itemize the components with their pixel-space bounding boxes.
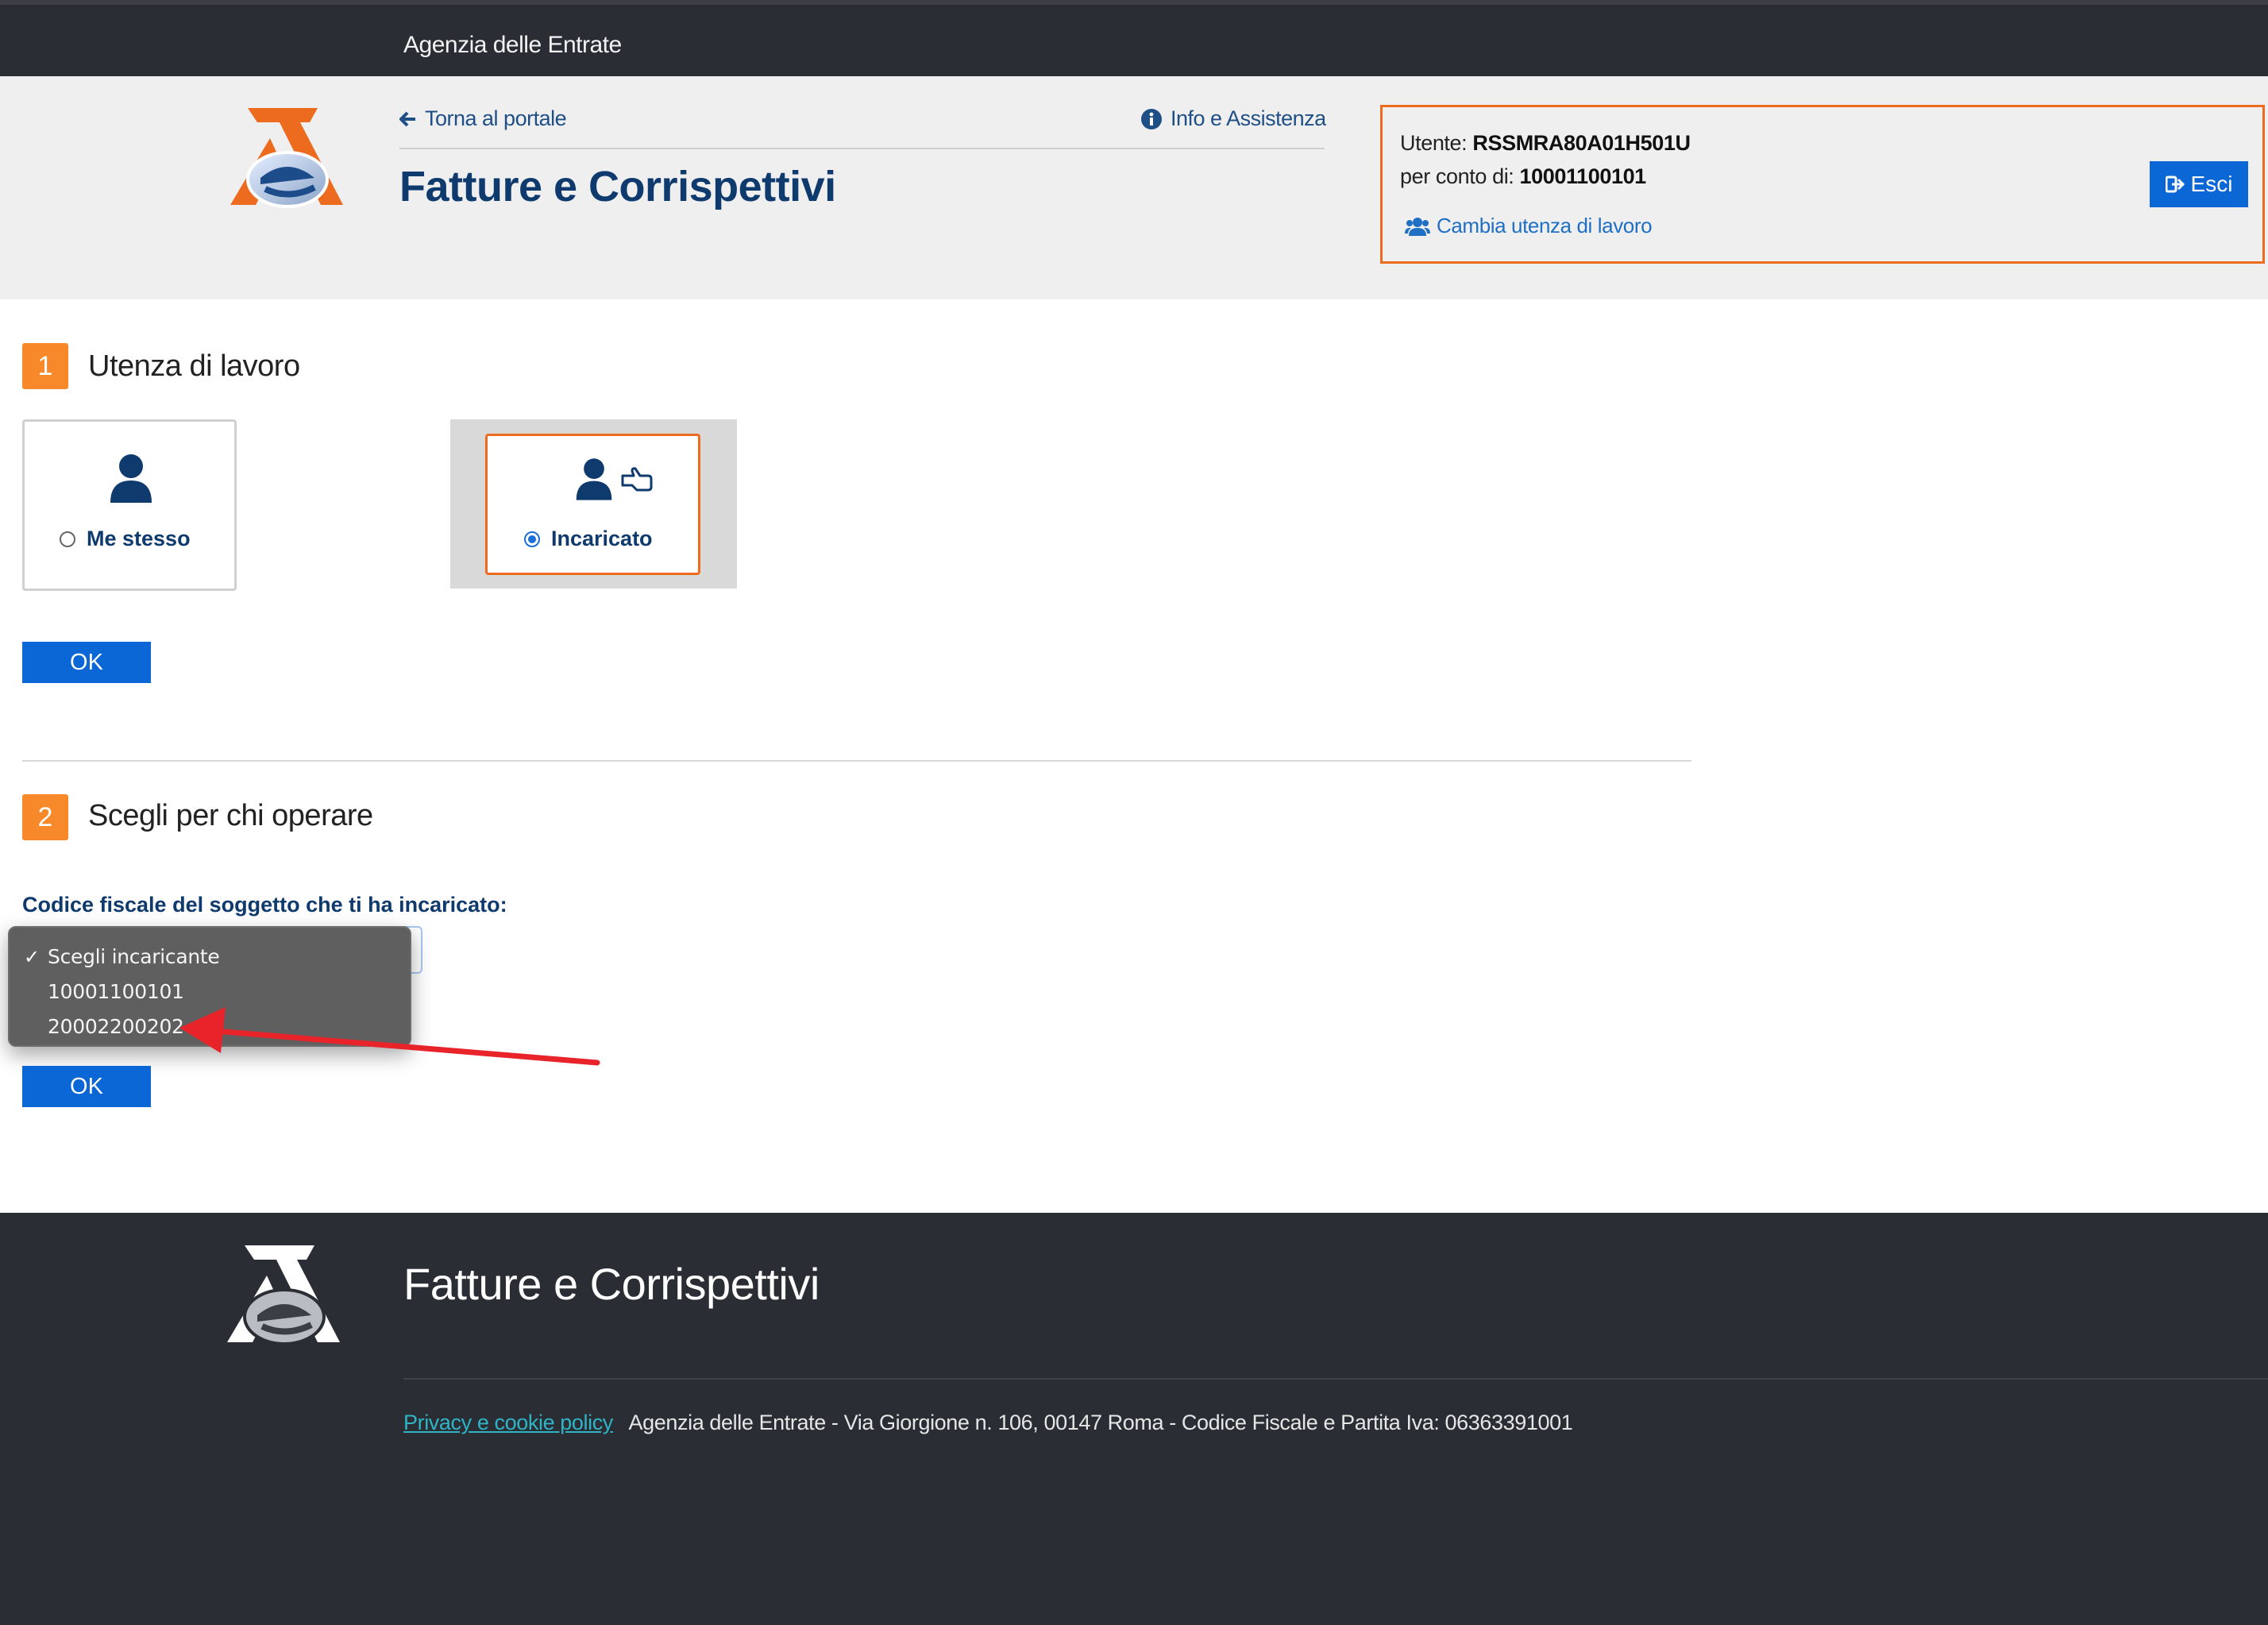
user-icon <box>110 454 152 503</box>
info-assistance-link[interactable]: Info e Assistenza <box>1140 106 1326 131</box>
agency-logo-icon[interactable] <box>224 102 348 213</box>
logout-label: Esci <box>2190 172 2233 196</box>
step-2-badge: 2 <box>22 794 68 840</box>
users-icon <box>1405 217 1430 236</box>
on-behalf-code: 10001100101 <box>1519 164 1647 188</box>
header-divider <box>399 148 1325 149</box>
user-info-box: Utente: RSSMRA80A01H501U per conto di: 1… <box>1380 105 2265 264</box>
page-title: Fatture e Corrispettivi <box>399 163 836 210</box>
back-link-label: Torna al portale <box>425 106 567 130</box>
step-1-ok-button[interactable]: OK <box>22 642 151 683</box>
change-work-user-link[interactable]: Cambia utenza di lavoro <box>1405 214 1653 238</box>
radio-incaricato[interactable] <box>524 531 540 547</box>
info-link-label: Info e Assistenza <box>1171 106 1326 130</box>
dropdown-option-label: 20002200202 <box>48 1014 184 1038</box>
dropdown-option-10001100101[interactable]: 10001100101 <box>10 974 410 1009</box>
top-bar: Agenzia delle Entrate <box>0 0 2268 76</box>
arrow-left-icon <box>399 111 415 126</box>
dropdown-option-20002200202[interactable]: 20002200202 <box>10 1009 410 1044</box>
option-me-stesso-label: Me stesso <box>87 527 191 550</box>
agency-logo-icon[interactable] <box>221 1239 345 1350</box>
on-behalf-label: per conto di: <box>1400 164 1514 188</box>
sign-out-icon <box>2165 176 2185 193</box>
dropdown-option-scegli-incaricante[interactable]: ✓ Scegli incaricante <box>10 939 410 974</box>
option-card-me-stesso[interactable]: Me stesso <box>22 419 237 591</box>
option-incaricato[interactable]: Incaricato <box>524 527 653 551</box>
radio-me-stesso[interactable] <box>60 531 75 547</box>
delegator-dropdown-menu: ✓ Scegli incaricante 10001100101 2000220… <box>8 926 411 1047</box>
delegator-fiscal-code-label: Codice fiscale del soggetto che ti ha in… <box>22 893 507 917</box>
step-1-title: Utenza di lavoro <box>88 349 300 383</box>
step-2-ok-button[interactable]: OK <box>22 1066 151 1107</box>
step-1-badge: 1 <box>22 343 68 389</box>
section-divider <box>22 760 1691 762</box>
on-behalf-line: per conto di: 10001100101 <box>1400 164 1646 189</box>
hand-pointer-icon <box>621 467 653 492</box>
footer-legal: Privacy e cookie policy Agenzia delle En… <box>403 1411 1573 1435</box>
back-to-portal-link[interactable]: Torna al portale <box>399 106 567 131</box>
user-label: Utente: <box>1400 131 1468 155</box>
user-fiscal-code: RSSMRA80A01H501U <box>1472 131 1691 155</box>
footer-divider <box>403 1378 2268 1380</box>
footer-title: Fatture e Corrispettivi <box>403 1259 820 1309</box>
info-icon <box>1141 108 1162 129</box>
user-line: Utente: RSSMRA80A01H501U <box>1400 131 1691 156</box>
option-me-stesso[interactable]: Me stesso <box>60 527 191 551</box>
change-work-user-label: Cambia utenza di lavoro <box>1437 214 1653 237</box>
user-icon <box>576 458 612 500</box>
logout-button[interactable]: Esci <box>2150 161 2248 207</box>
dropdown-option-label: 10001100101 <box>48 979 184 1003</box>
dropdown-option-label: Scegli incaricante <box>48 944 220 968</box>
option-incaricato-label: Incaricato <box>551 527 653 550</box>
checkmark-icon: ✓ <box>24 946 40 968</box>
step-2-title: Scegli per chi operare <box>88 799 373 832</box>
privacy-policy-link[interactable]: Privacy e cookie policy <box>403 1411 613 1434</box>
footer-address: Agenzia delle Entrate - Via Giorgione n.… <box>628 1411 1573 1434</box>
option-card-incaricato[interactable]: Incaricato <box>485 434 700 575</box>
agency-name[interactable]: Agenzia delle Entrate <box>403 32 622 59</box>
